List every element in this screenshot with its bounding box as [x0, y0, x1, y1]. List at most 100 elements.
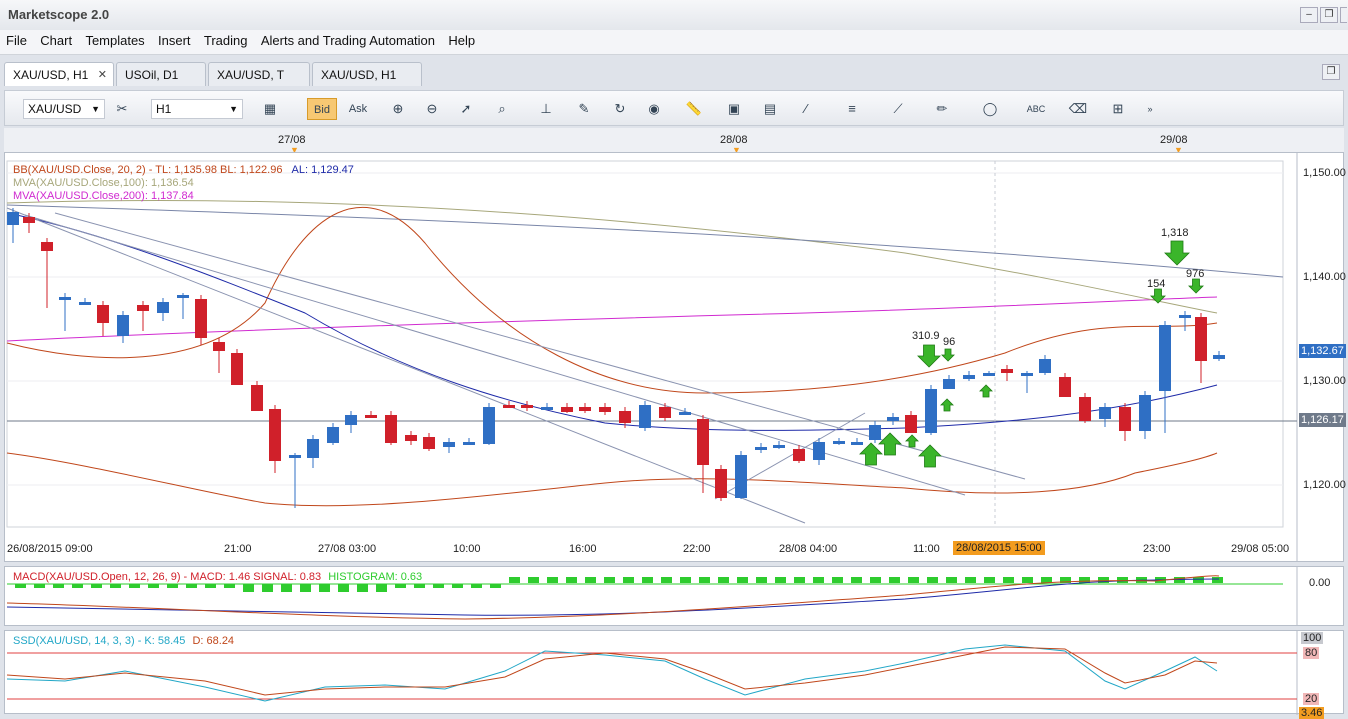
candle-body: [385, 415, 397, 443]
histogram-bar: [319, 584, 330, 592]
ruler-icon[interactable]: 📏: [683, 98, 705, 120]
histogram-bar: [281, 584, 292, 592]
sell-arrow-icon: [941, 348, 955, 362]
properties-icon[interactable]: ✎: [573, 98, 595, 120]
histogram-bar: [395, 584, 406, 588]
instrument-select[interactable]: XAU/USD ▼: [23, 99, 105, 119]
histogram-bar: [889, 577, 900, 583]
menu-insert[interactable]: Insert: [158, 30, 191, 52]
zoom-in-icon[interactable]: ⊕: [387, 98, 409, 120]
cursor-icon[interactable]: ➚: [455, 98, 477, 120]
fan-tool-icon[interactable]: ⟋: [887, 98, 909, 120]
candle-body: [23, 217, 35, 223]
crosshair-price-tag: 1,126.17: [1299, 413, 1346, 427]
mva100-legend: MVA(XAU/USD.Close,100): 1,136.54: [13, 177, 194, 189]
candle-body: [679, 412, 691, 415]
candle-body: [619, 411, 631, 423]
histogram-bar: [927, 577, 938, 583]
close-icon[interactable]: [1340, 7, 1347, 23]
candle-body: [851, 442, 863, 445]
menu-help[interactable]: Help: [448, 30, 475, 52]
histogram-bar: [623, 577, 634, 583]
candle-body: [7, 212, 19, 225]
candle-body: [405, 435, 417, 441]
chart-toolbar: XAU/USD ▼ ✂ H1 ▼ ▦ Bid Ask ⊕ ⊖ ➚ ⌕ ⊥ ✎ ↻…: [4, 90, 1344, 126]
chart-type-icon[interactable]: ▦: [259, 98, 281, 120]
buy-arrow-icon: [859, 442, 883, 466]
candle-body: [443, 442, 455, 447]
macd-panel[interactable]: MACD(XAU/USD.Open, 12, 26, 9) - MACD: 1.…: [4, 566, 1344, 626]
minimize-icon[interactable]: –: [1300, 7, 1318, 23]
candle-body: [1119, 407, 1131, 431]
menu-chart[interactable]: Chart: [40, 30, 72, 52]
tab-xauusd-t[interactable]: XAU/USD, T: [208, 62, 310, 86]
histogram-bar: [471, 584, 482, 588]
menu-file[interactable]: File: [6, 30, 27, 52]
fibonacci-icon[interactable]: ≡: [841, 98, 863, 120]
zoom-select-icon[interactable]: ⌕: [491, 98, 513, 120]
menu-bar: File Chart Templates Insert Trading Aler…: [0, 30, 1348, 55]
indicator-icon[interactable]: ⊥: [535, 98, 557, 120]
tab-xauusd-h1[interactable]: XAU/USD, H1 ✕: [4, 62, 114, 86]
line-tool-icon[interactable]: ⁄: [795, 98, 817, 120]
time-tick: 21:00: [224, 543, 252, 555]
menu-templates[interactable]: Templates: [85, 30, 144, 52]
histogram-bar: [775, 577, 786, 583]
candle-body: [793, 449, 805, 461]
time-tick: 16:00: [569, 543, 597, 555]
zoom-out-icon[interactable]: ⊖: [421, 98, 443, 120]
instrument-remove-icon[interactable]: ✂: [111, 98, 133, 120]
candle-body: [1213, 355, 1225, 359]
indicator-line: [6, 212, 1218, 431]
ssd-panel[interactable]: SSD(XAU/USD, 14, 3, 3) - K: 58.45 D: 68.…: [4, 630, 1344, 719]
annotation-label: 154: [1147, 278, 1166, 290]
candle-body: [813, 442, 825, 460]
refresh-icon[interactable]: ↻: [609, 98, 631, 120]
candle-body: [213, 342, 225, 351]
ask-button[interactable]: Ask: [343, 98, 373, 120]
image-icon[interactable]: ▣: [723, 98, 745, 120]
tab-xauusd-h1-2[interactable]: XAU/USD, H1: [312, 62, 422, 86]
histogram-bar: [433, 584, 444, 588]
candle-body: [905, 415, 917, 433]
timeframe-select[interactable]: H1 ▼: [151, 99, 243, 119]
candle-body: [599, 407, 611, 412]
pencil-icon[interactable]: ✏: [931, 98, 953, 120]
tile-windows-icon[interactable]: ❐: [1322, 64, 1340, 80]
close-tab-icon[interactable]: ✕: [98, 63, 107, 87]
buy-arrow-icon: [878, 432, 902, 456]
tab-usoil-d1[interactable]: USOil, D1: [116, 62, 206, 86]
ssd-d-text: D: 68.24: [192, 635, 235, 647]
candle-body: [521, 405, 533, 408]
time-tick: 28/08 04:00: [779, 543, 838, 555]
candle-body: [483, 407, 495, 444]
candle-body: [659, 407, 671, 418]
price-chart[interactable]: [5, 153, 1343, 561]
candle-body: [1179, 315, 1191, 318]
globe-icon[interactable]: ◉: [643, 98, 665, 120]
histogram-bar: [699, 577, 710, 583]
histogram-bar: [1212, 577, 1223, 583]
candle-body: [1001, 369, 1013, 373]
hierarchy-icon[interactable]: ⊞: [1107, 98, 1129, 120]
histogram-bar: [547, 577, 558, 583]
main-chart-panel[interactable]: BB(XAU/USD.Close, 20, 2) - TL: 1,135.98 …: [4, 152, 1346, 562]
menu-trading[interactable]: Trading: [204, 30, 248, 52]
ellipse-icon[interactable]: ◯: [979, 98, 1001, 120]
candle-body: [983, 373, 995, 376]
menu-alerts[interactable]: Alerts and Trading Automation: [261, 30, 435, 52]
eraser-icon[interactable]: ⌫: [1067, 98, 1089, 120]
bid-button[interactable]: Bid: [307, 98, 337, 120]
chart-tabs: XAU/USD, H1 ✕ USOil, D1 XAU/USD, T XAU/U…: [0, 62, 1348, 88]
candle-body: [1099, 407, 1111, 419]
candle-body: [59, 297, 71, 300]
candle-body: [117, 315, 129, 336]
toolbar-overflow-icon[interactable]: »: [1139, 98, 1161, 120]
candle-body: [231, 353, 243, 385]
text-tool-icon[interactable]: ABC: [1025, 98, 1047, 120]
restore-icon[interactable]: ❐: [1320, 7, 1338, 23]
save-chart-icon[interactable]: ▤: [759, 98, 781, 120]
candle-body: [463, 442, 475, 445]
histogram-bar: [34, 584, 45, 588]
candle-body: [1039, 359, 1051, 373]
